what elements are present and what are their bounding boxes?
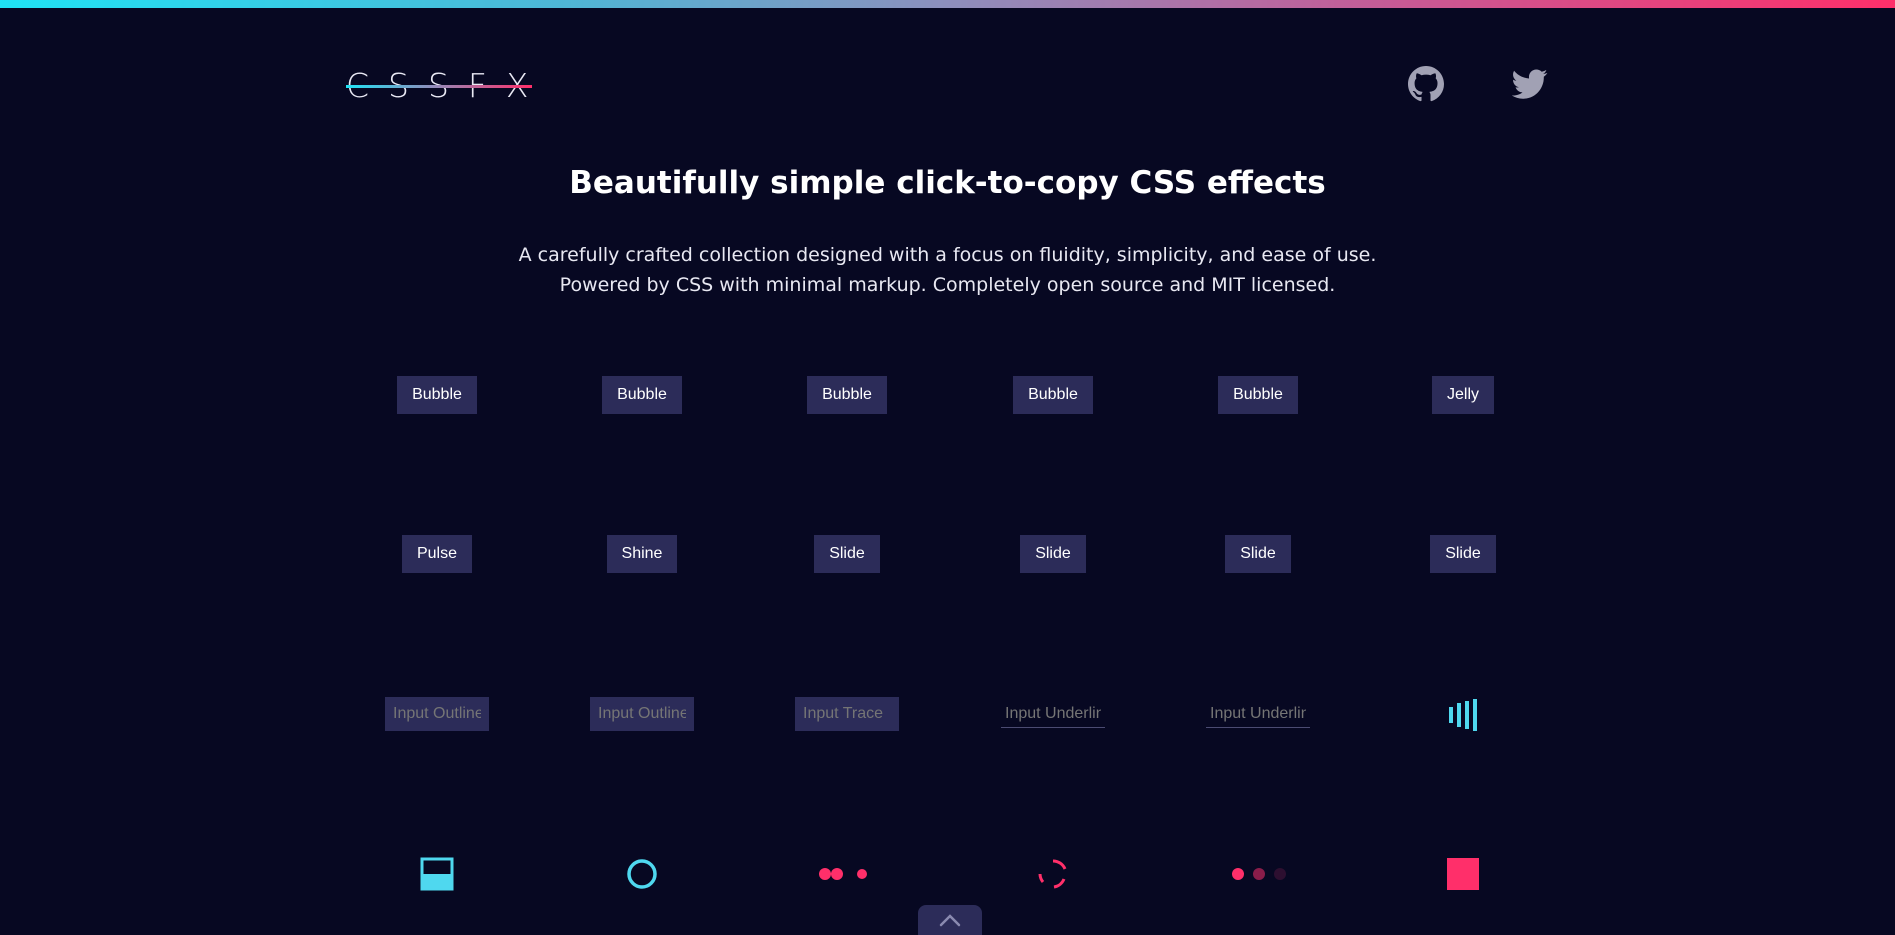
slide-button[interactable]: Slide: [1430, 535, 1496, 573]
effect-cell: Jelly: [1403, 365, 1523, 425]
fading-dots-loader-icon: [1232, 868, 1286, 880]
effect-cell: Shine: [582, 524, 702, 584]
shine-button[interactable]: Shine: [606, 535, 678, 573]
effect-cell: [377, 684, 497, 744]
bubble-button[interactable]: Bubble: [397, 376, 477, 414]
effect-cell: [993, 684, 1113, 744]
bars-loader-icon: [1449, 699, 1477, 731]
effect-cell: Slide: [787, 524, 907, 584]
effect-cell: [1198, 684, 1318, 744]
effect-cell[interactable]: [787, 844, 907, 904]
effects-grid: Bubble Bubble Bubble Bubble Bubble Jelly…: [0, 0, 1895, 934]
effect-cell: Slide: [993, 524, 1113, 584]
input-outline-field[interactable]: [385, 697, 489, 731]
effect-cell[interactable]: [1403, 684, 1523, 744]
effect-cell: [582, 684, 702, 744]
slide-button[interactable]: Slide: [1225, 535, 1291, 573]
effect-cell: Bubble: [993, 365, 1113, 425]
ring-loader-icon: [627, 859, 657, 889]
effect-cell[interactable]: [1403, 844, 1523, 904]
bubble-button[interactable]: Bubble: [1218, 376, 1298, 414]
effect-cell: Slide: [1403, 524, 1523, 584]
bubble-button[interactable]: Bubble: [1013, 376, 1093, 414]
fill-square-loader-icon: [420, 857, 454, 891]
input-outline-field[interactable]: [590, 697, 694, 731]
effect-cell: Bubble: [582, 365, 702, 425]
input-underline-field[interactable]: [1001, 700, 1105, 728]
effect-cell: Pulse: [377, 524, 497, 584]
square-loader-icon: [1447, 858, 1479, 890]
effect-cell[interactable]: [377, 844, 497, 904]
spinner-loader-icon: [1038, 859, 1067, 889]
effect-cell[interactable]: [1198, 844, 1318, 904]
input-underline-field[interactable]: [1206, 700, 1310, 728]
effect-cell: [787, 684, 907, 744]
jelly-button[interactable]: Jelly: [1431, 376, 1494, 414]
effect-cell[interactable]: [993, 844, 1113, 904]
effect-cell: Bubble: [787, 365, 907, 425]
chevron-up-icon: [939, 914, 961, 927]
pulse-button[interactable]: Pulse: [401, 535, 473, 573]
effect-cell: Bubble: [1198, 365, 1318, 425]
effect-cell[interactable]: [582, 844, 702, 904]
scroll-to-top-button[interactable]: [918, 905, 982, 935]
bubble-button[interactable]: Bubble: [807, 376, 887, 414]
input-trace-field[interactable]: [795, 697, 899, 731]
slide-button[interactable]: Slide: [814, 535, 880, 573]
effect-cell: Bubble: [377, 365, 497, 425]
bubble-button[interactable]: Bubble: [602, 376, 682, 414]
slide-button[interactable]: Slide: [1020, 535, 1086, 573]
effect-cell: Slide: [1198, 524, 1318, 584]
dots-loader-icon: [819, 868, 867, 880]
